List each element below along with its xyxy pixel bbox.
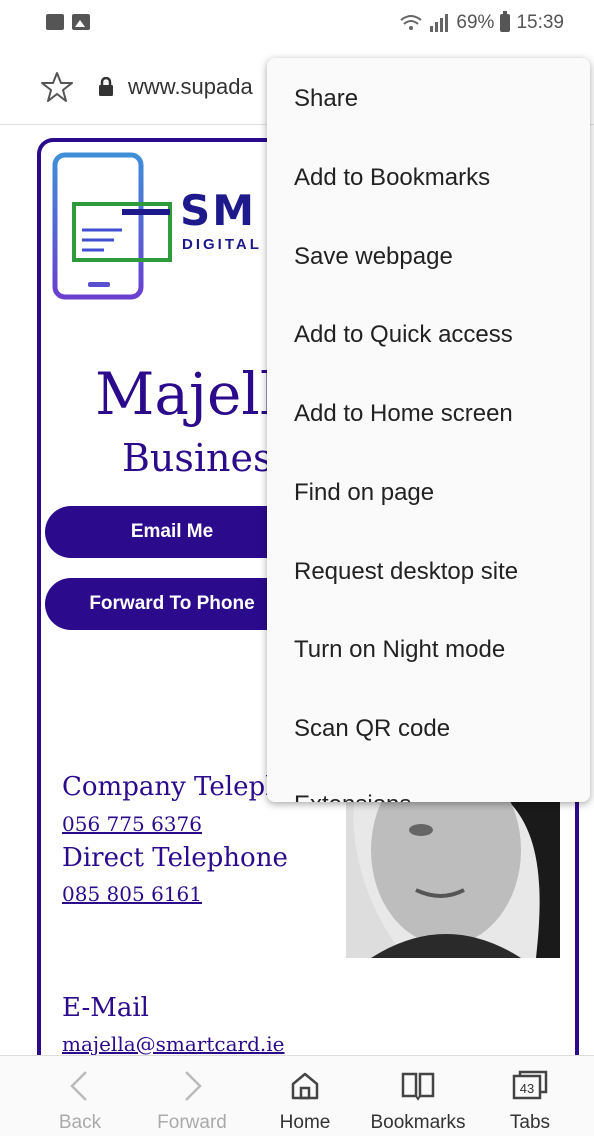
menu-item-add-to-quick-access[interactable]: Add to Quick access xyxy=(294,321,513,349)
forward-label: Forward xyxy=(157,1112,227,1133)
sim-icon xyxy=(46,14,64,30)
chevron-left-icon xyxy=(70,1071,87,1101)
company-telephone-link[interactable]: 056 775 6376 xyxy=(62,812,202,836)
menu-item-request-desktop-site[interactable]: Request desktop site xyxy=(294,558,518,586)
tabs-icon: 43 xyxy=(512,1070,548,1100)
menu-item-add-to-home-screen[interactable]: Add to Home screen xyxy=(294,400,513,428)
gallery-icon xyxy=(72,14,90,30)
battery-percent: 69% xyxy=(456,12,495,33)
company-telephone-label: Company Teleph xyxy=(62,772,282,802)
clock: 15:39 xyxy=(516,12,564,33)
portrait-image xyxy=(346,790,560,958)
back-label: Back xyxy=(58,1112,102,1133)
email-me-label: Email Me xyxy=(130,521,214,542)
email-label: E-Mail xyxy=(62,993,150,1023)
logo-subtitle: DIGITAL xyxy=(182,236,262,253)
status-indicators: 69% 15:39 xyxy=(400,11,564,34)
home-label: Home xyxy=(279,1112,331,1133)
profile-photo xyxy=(346,790,560,958)
battery-icon xyxy=(500,11,511,32)
bookmarks-button[interactable]: Bookmarks xyxy=(363,1056,473,1136)
menu-item-extensions[interactable]: Extensions xyxy=(294,791,411,802)
tab-count: 43 xyxy=(520,1081,534,1096)
person-name: Majell xyxy=(95,360,279,428)
forward-button[interactable]: Forward xyxy=(137,1056,247,1136)
bottom-toolbar: Back Forward Home Bookmarks 43 Tabs xyxy=(0,1055,594,1136)
forward-to-phone-label: Forward To Phone xyxy=(89,593,255,614)
home-button[interactable]: Home xyxy=(250,1056,360,1136)
menu-item-save-webpage[interactable]: Save webpage xyxy=(294,243,453,271)
email-link[interactable]: majella@smartcard.ie xyxy=(62,1032,284,1056)
direct-telephone-link[interactable]: 085 805 6161 xyxy=(62,882,202,906)
signal-icon xyxy=(430,14,449,32)
back-button[interactable]: Back xyxy=(25,1056,135,1136)
book-icon xyxy=(401,1072,435,1101)
tabs-button[interactable]: 43 Tabs xyxy=(475,1056,585,1136)
chevron-right-icon xyxy=(185,1071,202,1101)
logo-wordmark: SM xyxy=(180,186,257,235)
menu-item-add-to-bookmarks[interactable]: Add to Bookmarks xyxy=(294,164,490,192)
menu-item-scan-qr-code[interactable]: Scan QR code xyxy=(294,715,450,743)
lock-icon xyxy=(99,77,113,96)
wifi-icon xyxy=(400,15,423,30)
status-bar: 69% 15:39 xyxy=(0,0,594,50)
url-text[interactable]: www.supada xyxy=(128,74,253,100)
home-icon xyxy=(291,1072,319,1100)
menu-item-share[interactable]: Share xyxy=(294,85,358,113)
person-title: Busines xyxy=(122,436,273,480)
star-icon[interactable] xyxy=(40,70,74,104)
notification-icons xyxy=(46,14,90,30)
bookmarks-label: Bookmarks xyxy=(370,1112,466,1133)
menu-item-find-on-page[interactable]: Find on page xyxy=(294,479,434,507)
menu-item-night-mode[interactable]: Turn on Night mode xyxy=(294,636,505,664)
overflow-menu: Share Add to Bookmarks Save webpage Add … xyxy=(267,58,590,802)
direct-telephone-label: Direct Telephone xyxy=(62,843,288,873)
tabs-label: Tabs xyxy=(509,1112,551,1133)
